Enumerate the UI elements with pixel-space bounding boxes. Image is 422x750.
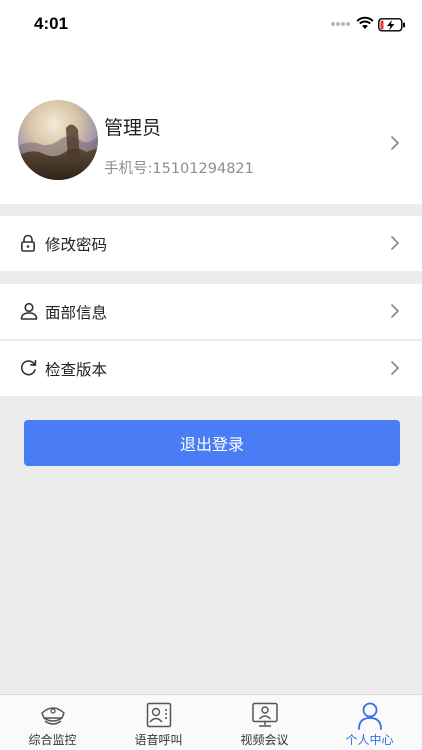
- menu-item-check-version[interactable]: 检查版本: [0, 341, 422, 396]
- menu-item-label: 修改密码: [45, 236, 108, 254]
- tab-video-conference[interactable]: 视频会议: [212, 695, 317, 750]
- chevron-right-icon: [391, 304, 399, 318]
- chevron-right-icon: [391, 136, 399, 150]
- user-name: 管理员: [104, 117, 162, 139]
- tab-monitoring[interactable]: 综合监控: [0, 695, 105, 750]
- police-cap-icon: [40, 707, 65, 725]
- wifi-icon: [356, 16, 374, 29]
- tab-label: 语音呼叫: [134, 733, 183, 747]
- tab-personal-center[interactable]: 个人中心: [317, 695, 422, 750]
- status-bar: 4:01: [0, 0, 422, 50]
- chevron-right-icon: [391, 361, 399, 375]
- voice-call-icon: [146, 702, 171, 728]
- menu-item-label: 面部信息: [45, 304, 108, 322]
- tab-label: 综合监控: [28, 733, 77, 747]
- status-time: 4:01: [34, 14, 69, 33]
- tab-label: 视频会议: [240, 733, 289, 747]
- menu-item-face-info[interactable]: 面部信息: [0, 284, 422, 339]
- menu-item-change-password[interactable]: 修改密码: [0, 216, 422, 271]
- avatar[interactable]: [18, 100, 98, 180]
- logout-button[interactable]: 退出登录: [24, 420, 400, 466]
- tab-voice-call[interactable]: 语音呼叫: [106, 695, 211, 750]
- tab-bar: 综合监控 语音呼叫 视频会议 个人中心: [0, 694, 422, 750]
- user-phone: 手机号:15101294821: [104, 161, 254, 177]
- battery-charging-icon: [378, 18, 405, 32]
- profile-header[interactable]: 管理员 手机号:15101294821: [0, 50, 422, 204]
- signal-icon: [331, 20, 353, 28]
- video-conference-icon: [251, 702, 278, 727]
- user-icon: [20, 302, 38, 320]
- lock-icon: [20, 234, 35, 252]
- chevron-right-icon: [391, 236, 399, 250]
- refresh-icon: [20, 359, 37, 376]
- person-icon: [357, 702, 382, 730]
- tab-label: 个人中心: [345, 733, 394, 747]
- menu-item-label: 检查版本: [45, 361, 108, 379]
